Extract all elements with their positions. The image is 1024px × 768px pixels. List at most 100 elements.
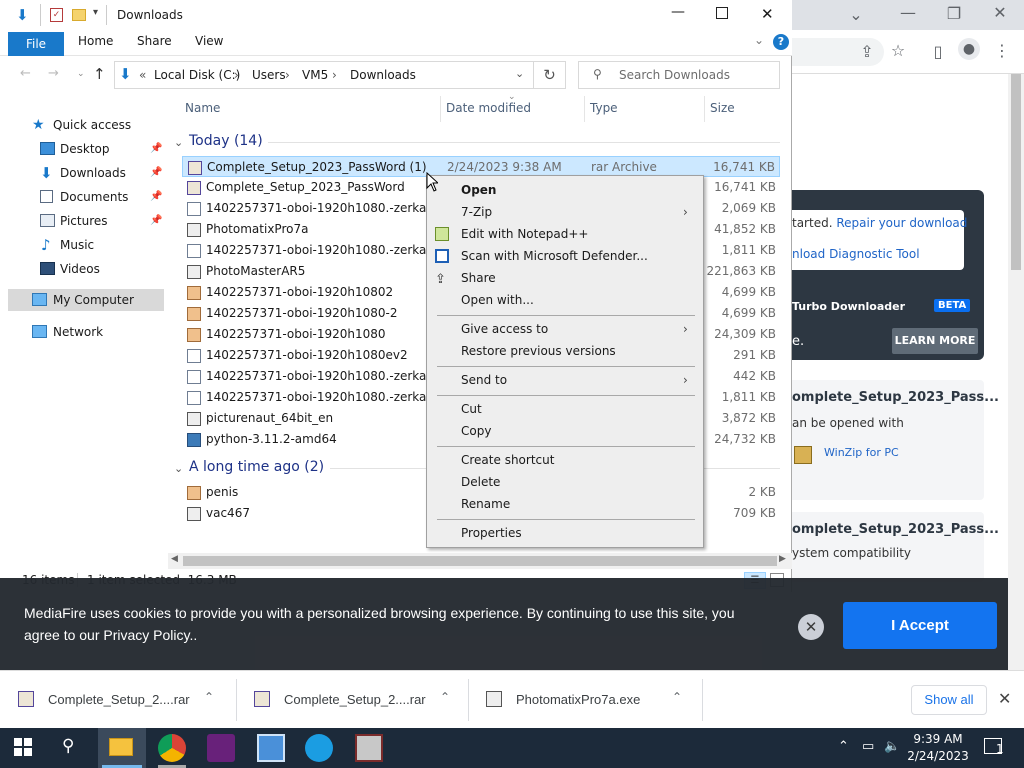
up-arrow-icon[interactable]: ↑	[93, 65, 106, 83]
column-divider[interactable]	[584, 96, 585, 122]
address-dropdown-icon[interactable]: ⌄	[515, 67, 524, 80]
nav-network[interactable]: Network	[10, 321, 165, 343]
qat-dropdown-icon[interactable]: ▾	[93, 7, 98, 18]
tab-search-chevron-icon[interactable]: ⌄	[844, 5, 868, 24]
show-hidden-icons-chevron-icon[interactable]: ⌃	[838, 739, 849, 754]
menu-item-7zip[interactable]: 7-Zip ›	[427, 201, 703, 223]
maximize-icon[interactable]	[716, 7, 728, 19]
search-icon[interactable]: ⚲	[62, 736, 74, 756]
restore-icon[interactable]: ❐	[942, 4, 966, 23]
breadcrumb-local-disk[interactable]: Local Disk (C:)	[154, 68, 240, 82]
menu-item-restore[interactable]: Restore previous versions	[427, 340, 703, 362]
menu-item-rename[interactable]: Rename	[427, 493, 703, 515]
file-row[interactable]: Complete_Setup_2023_PassWord (1) 2/24/202…	[182, 156, 780, 177]
search-input[interactable]: ⚲ Search Downloads	[578, 61, 780, 89]
breadcrumb-vm5[interactable]: VM5	[302, 68, 328, 82]
menu-item-share[interactable]: ⇪ Share	[427, 267, 703, 289]
column-divider[interactable]	[704, 96, 705, 122]
menu-item-send-to[interactable]: Send to ›	[427, 369, 703, 391]
share-icon[interactable]: ⇪	[855, 42, 879, 61]
system-clock[interactable]: 9:39 AM 2/24/2023	[900, 731, 976, 765]
close-icon[interactable]: ✕	[761, 5, 774, 23]
learn-more-button[interactable]: LEARN MORE	[892, 328, 978, 354]
close-icon[interactable]: ✕	[988, 3, 1012, 22]
profile-avatar-icon[interactable]: ●	[958, 38, 980, 60]
show-all-button[interactable]: Show all	[911, 685, 987, 715]
bookmark-star-icon[interactable]: ☆	[886, 41, 910, 60]
breadcrumb-users[interactable]: Users	[252, 68, 286, 82]
edge-icon[interactable]	[305, 734, 333, 762]
nav-music[interactable]: ♪ Music	[10, 234, 165, 256]
download-item[interactable]: PhotomatixPro7a.exe ⌃	[468, 671, 700, 729]
nav-downloads[interactable]: ⬇ Downloads 📌	[10, 162, 165, 184]
menu-kebab-icon[interactable]: ⋮	[990, 41, 1014, 60]
pin-icon[interactable]: 📌	[150, 162, 162, 184]
winrar-icon[interactable]	[355, 734, 383, 762]
control-panel-icon[interactable]	[257, 734, 285, 762]
menu-item-cut[interactable]: Cut	[427, 398, 703, 420]
download-item[interactable]: Complete_Setup_2....rar ⌃	[236, 671, 468, 729]
download-item[interactable]: Complete_Setup_2....rar ⌃	[0, 671, 232, 729]
breadcrumb-separator-icon[interactable]: ›	[234, 68, 239, 82]
scroll-left-icon[interactable]: ◀	[171, 554, 178, 564]
column-type-header[interactable]: Type	[590, 101, 618, 115]
breadcrumb-separator-icon[interactable]: ›	[332, 68, 337, 82]
group-collapse-chevron-icon[interactable]: ⌄	[174, 136, 183, 149]
nav-videos[interactable]: Videos	[10, 258, 165, 280]
column-divider[interactable]	[440, 96, 441, 122]
diagnostic-tool-link[interactable]: nload Diagnostic Tool	[792, 247, 920, 261]
minimize-icon[interactable]: —	[671, 4, 685, 20]
address-bar[interactable]: ⬇ « Local Disk (C:) › Users › VM5 › Down…	[114, 61, 534, 89]
menu-item-open[interactable]: Open	[427, 179, 703, 201]
pin-icon[interactable]: 📌	[150, 186, 162, 208]
taskbar-file-explorer[interactable]	[98, 728, 146, 768]
recent-locations-chevron-icon[interactable]: ⌄	[77, 69, 85, 79]
menu-item-properties[interactable]: Properties	[427, 522, 703, 544]
column-date-header[interactable]: Date modified	[446, 101, 531, 115]
close-shelf-icon[interactable]: ✕	[998, 689, 1011, 708]
breadcrumb-separator-icon[interactable]: ›	[285, 68, 290, 82]
expand-ribbon-chevron-icon[interactable]: ⌄	[754, 33, 764, 47]
breadcrumb-overflow[interactable]: «	[139, 68, 146, 82]
pin-icon[interactable]: 📌	[150, 210, 162, 232]
nav-pictures[interactable]: Pictures 📌	[10, 210, 165, 232]
tab-file[interactable]: File	[8, 32, 64, 56]
chrome-icon[interactable]	[158, 734, 186, 762]
menu-item-defender[interactable]: Scan with Microsoft Defender...	[427, 245, 703, 267]
menu-item-create-shortcut[interactable]: Create shortcut	[427, 449, 703, 471]
page-scrollbar[interactable]	[1008, 74, 1024, 670]
tab-home[interactable]: Home	[78, 34, 113, 48]
menu-item-open-with[interactable]: Open with...	[427, 289, 703, 311]
repair-download-link[interactable]: Repair your download	[836, 216, 967, 230]
accept-cookies-button[interactable]: I Accept	[843, 602, 997, 649]
menu-item-copy[interactable]: Copy	[427, 420, 703, 442]
horizontal-scrollbar[interactable]: ◀ ▶	[168, 553, 792, 569]
group-header-old[interactable]: A long time ago (2)	[189, 459, 324, 475]
download-options-chevron-icon[interactable]: ⌃	[440, 690, 450, 704]
network-tray-icon[interactable]: ▭	[862, 739, 874, 754]
tab-share[interactable]: Share	[137, 34, 172, 48]
download-options-chevron-icon[interactable]: ⌃	[204, 690, 214, 704]
winzip-link[interactable]: WinZip for PC	[824, 446, 899, 459]
menu-item-give-access[interactable]: Give access to ›	[427, 318, 703, 340]
column-size-header[interactable]: Size	[710, 101, 735, 115]
breadcrumb-downloads[interactable]: Downloads	[350, 68, 416, 82]
tab-view[interactable]: View	[195, 34, 223, 48]
minimize-icon[interactable]: —	[896, 3, 920, 22]
download-options-chevron-icon[interactable]: ⌃	[672, 690, 682, 704]
column-name-header[interactable]: Name	[185, 101, 220, 115]
help-icon[interactable]: ?	[773, 34, 789, 50]
visual-studio-icon[interactable]	[207, 734, 235, 762]
cookie-close-button[interactable]: ✕	[798, 614, 824, 640]
scrollbar-thumb[interactable]	[183, 556, 777, 566]
group-header-today[interactable]: Today (14)	[189, 133, 263, 149]
side-panel-icon[interactable]: ▯	[926, 42, 950, 61]
volume-icon[interactable]: 🔈	[884, 739, 900, 754]
menu-item-delete[interactable]: Delete	[427, 471, 703, 493]
nav-documents[interactable]: Documents 📌	[10, 186, 165, 208]
back-arrow-icon[interactable]: ←	[20, 66, 31, 81]
windows-start-icon[interactable]	[14, 738, 32, 759]
nav-desktop[interactable]: Desktop 📌	[10, 138, 165, 160]
menu-item-notepad[interactable]: Edit with Notepad++	[427, 223, 703, 245]
scroll-right-icon[interactable]: ▶	[779, 554, 786, 564]
